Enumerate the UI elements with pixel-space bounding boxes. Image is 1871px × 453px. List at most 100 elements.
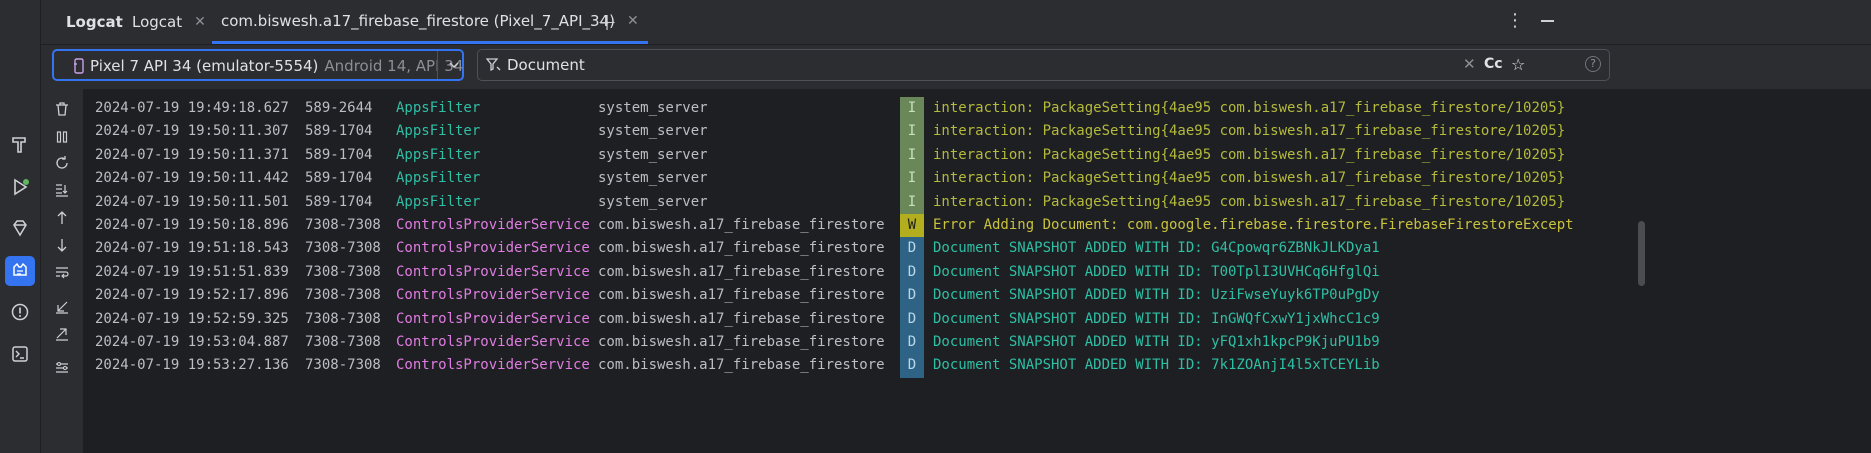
log-date: 2024-07-19 19:53:04.887: [95, 334, 289, 350]
clear-icon[interactable]: ✕: [1463, 55, 1476, 73]
log-level-badge: D: [900, 260, 924, 285]
log-package: com.biswesh.a17_firebase_firestore: [598, 240, 885, 257]
log-pid: 589-2644: [305, 100, 373, 116]
log-level-badge: D: [900, 237, 924, 261]
build-hammer-icon[interactable]: [5, 130, 35, 160]
log-row[interactable]: 2024-07-19 19:51:18.543 7308-7308 Controls…: [83, 237, 1871, 261]
down-arrow-icon[interactable]: [51, 234, 73, 256]
pause-icon[interactable]: [51, 126, 73, 148]
log-row[interactable]: 2024-07-19 19:52:59.325 7308-7308 Controls…: [83, 307, 1871, 331]
collapse-icon[interactable]: [51, 296, 73, 318]
gem-icon[interactable]: [5, 213, 35, 243]
log-package: system_server: [598, 146, 708, 163]
help-icon[interactable]: ?: [1585, 56, 1601, 72]
log-date: 2024-07-19 19:49:18.627: [95, 100, 289, 116]
log-tag: ControlsProviderService: [396, 334, 590, 350]
log-level-badge: D: [900, 284, 924, 308]
log-package: system_server: [598, 100, 708, 116]
log-pid: 589-1704: [305, 170, 373, 187]
device-name: Pixel 7 API 34 (emulator-5554): [90, 57, 319, 75]
filter-icon[interactable]: [486, 58, 502, 72]
log-message: Document SNAPSHOT ADDED WITH ID: 7k1ZOAn…: [933, 357, 1380, 374]
log-row[interactable]: 2024-07-19 19:50:11.442 589-1704 AppsFilte…: [83, 167, 1871, 191]
up-arrow-icon[interactable]: [51, 207, 73, 229]
terminal-icon[interactable]: [5, 339, 35, 369]
log-date: 2024-07-19 19:52:59.325: [95, 310, 289, 327]
log-tag: AppsFilter: [396, 193, 481, 210]
log-level-badge: W: [900, 214, 924, 238]
tab-logcat[interactable]: Logcat ✕: [123, 0, 215, 44]
log-level-badge: D: [900, 354, 924, 378]
log-tag: ControlsProviderService: [396, 240, 590, 257]
log-package: system_server: [598, 193, 708, 210]
settings-sliders-icon[interactable]: [51, 357, 73, 379]
log-pid: 7308-7308: [305, 287, 381, 304]
log-date: 2024-07-19 19:50:18.896: [95, 217, 289, 233]
restart-icon[interactable]: [51, 152, 73, 174]
log-date: 2024-07-19 19:52:17.896: [95, 287, 289, 304]
log-tag: AppsFilter: [396, 100, 481, 116]
log-level-badge: D: [900, 331, 924, 355]
more-options-icon[interactable]: ⋮: [1506, 10, 1524, 31]
trash-icon[interactable]: [51, 98, 73, 120]
close-icon[interactable]: ✕: [627, 13, 639, 29]
log-message: Document SNAPSHOT ADDED WITH ID: T00TplI…: [933, 263, 1380, 280]
log-message: interaction: PackageSetting{4ae95 com.bi…: [933, 123, 1566, 140]
log-row[interactable]: 2024-07-19 19:49:18.627 589-2644 AppsFilte…: [83, 97, 1871, 121]
filter-bar: Pixel 7 API 34 (emulator-5554) Android 14…: [41, 45, 1871, 89]
match-case-toggle[interactable]: Cc: [1484, 56, 1503, 72]
scrollbar-thumb[interactable]: [1638, 221, 1645, 286]
scroll-to-end-icon[interactable]: [51, 179, 73, 201]
log-level-badge: I: [900, 120, 924, 144]
log-package: system_server: [598, 170, 708, 187]
log-row[interactable]: 2024-07-19 19:52:17.896 7308-7308 Controls…: [83, 284, 1871, 308]
expand-icon[interactable]: [51, 323, 73, 345]
minimize-icon[interactable]: [1541, 20, 1554, 22]
filter-query-text[interactable]: Document: [507, 56, 585, 74]
log-date: 2024-07-19 19:51:18.543: [95, 240, 289, 257]
log-pid: 7308-7308: [305, 217, 381, 233]
tab-device-process[interactable]: com.biswesh.a17_firebase_firestore (Pixe…: [212, 0, 648, 44]
log-level-badge: I: [900, 143, 924, 168]
log-message: Document SNAPSHOT ADDED WITH ID: yFQ1xh1…: [933, 334, 1380, 350]
log-tag: ControlsProviderService: [396, 263, 590, 280]
logcat-icon[interactable]: [5, 256, 35, 286]
log-message: interaction: PackageSetting{4ae95 com.bi…: [933, 193, 1566, 210]
log-row[interactable]: 2024-07-19 19:53:27.136 7308-7308 Controls…: [83, 354, 1871, 378]
log-tag: ControlsProviderService: [396, 357, 590, 374]
log-tag: ControlsProviderService: [396, 287, 590, 304]
log-pid: 7308-7308: [305, 263, 381, 280]
log-date: 2024-07-19 19:50:11.307: [95, 123, 289, 140]
log-package: com.biswesh.a17_firebase_firestore: [598, 357, 885, 374]
log-package: com.biswesh.a17_firebase_firestore: [598, 217, 885, 233]
filter-query-input[interactable]: Document ✕ Cc ☆: [477, 49, 1610, 81]
log-date: 2024-07-19 19:51:51.839: [95, 263, 289, 280]
log-view[interactable]: 2024-07-19 19:53:27.136 7308-7308 Controls…: [83, 89, 1871, 453]
log-row[interactable]: 2024-07-19 19:50:11.371 589-1704 AppsFilte…: [83, 143, 1871, 168]
device-selector[interactable]: Pixel 7 API 34 (emulator-5554) Android 14…: [52, 49, 464, 81]
add-tab-icon[interactable]: +: [597, 8, 617, 36]
favorite-star-icon[interactable]: ☆: [1511, 55, 1525, 74]
log-package: system_server: [598, 123, 708, 140]
log-pid: 7308-7308: [305, 240, 381, 257]
tab-bar: Logcat Logcat ✕ com.biswesh.a17_firebase…: [41, 0, 1871, 45]
log-row[interactable]: 2024-07-19 19:50:11.307 589-1704 AppsFilte…: [83, 120, 1871, 144]
problems-icon[interactable]: [5, 297, 35, 327]
run-icon[interactable]: [5, 172, 35, 202]
log-row[interactable]: 2024-07-19 19:53:04.887 7308-7308 Controls…: [83, 331, 1871, 355]
log-row[interactable]: 2024-07-19 19:50:11.501 589-1704 AppsFilte…: [83, 190, 1871, 214]
log-package: com.biswesh.a17_firebase_firestore: [598, 334, 885, 350]
chevron-down-icon[interactable]: [448, 59, 460, 71]
log-row[interactable]: 2024-07-19 19:51:51.839 7308-7308 Controls…: [83, 260, 1871, 285]
log-tag: AppsFilter: [396, 170, 481, 187]
log-package: com.biswesh.a17_firebase_firestore: [598, 310, 885, 327]
log-message: Error Adding Document: com.google.fireba…: [933, 217, 1574, 233]
log-row[interactable]: 2024-07-19 19:50:18.896 7308-7308 Controls…: [83, 214, 1871, 238]
log-package: com.biswesh.a17_firebase_firestore: [598, 287, 885, 304]
log-pid: 7308-7308: [305, 310, 381, 327]
log-message: Document SNAPSHOT ADDED WITH ID: UziFwse…: [933, 287, 1380, 304]
soft-wrap-icon[interactable]: [51, 261, 73, 283]
log-date: 2024-07-19 19:50:11.442: [95, 170, 289, 187]
device-detail: Android 14, API 34: [324, 57, 464, 75]
close-icon[interactable]: ✕: [194, 14, 206, 30]
